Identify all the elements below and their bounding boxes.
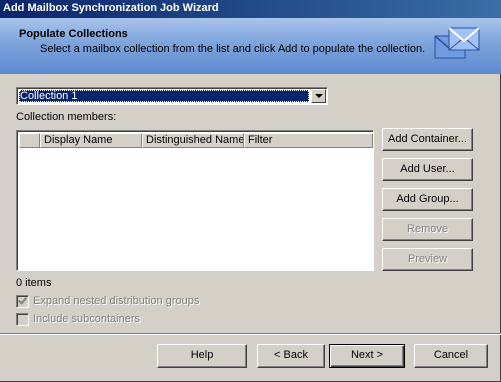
collection-members-list[interactable]: Display Name Distinguished Name Filter bbox=[16, 130, 374, 271]
column-header-display-name[interactable]: Display Name bbox=[40, 133, 142, 148]
footer-separator bbox=[0, 333, 501, 335]
item-count: 0 items bbox=[16, 277, 52, 289]
expand-nested-groups-label: Expand nested distribution groups bbox=[33, 295, 200, 307]
add-group-button-label: Add Group... bbox=[396, 193, 459, 205]
help-button-label: Help bbox=[190, 349, 214, 361]
title-bar[interactable]: Add Mailbox Synchronization Job Wizard bbox=[0, 0, 501, 18]
next-button[interactable]: Next > bbox=[329, 344, 405, 368]
preview-button[interactable]: Preview bbox=[382, 248, 473, 271]
collection-dropdown[interactable]: Collection 1 bbox=[16, 87, 328, 105]
expand-nested-groups-checkbox[interactable] bbox=[16, 295, 29, 308]
chevron-down-icon[interactable] bbox=[311, 89, 326, 103]
include-subcontainers-label: Include subcontainers bbox=[33, 313, 141, 325]
page-description: Select a mailbox collection from the lis… bbox=[40, 43, 426, 55]
column-header-icon[interactable] bbox=[19, 133, 40, 148]
list-header: Display Name Distinguished Name Filter bbox=[19, 133, 373, 149]
collection-dropdown-value: Collection 1 bbox=[19, 90, 309, 102]
next-button-label: Next > bbox=[350, 349, 384, 361]
cancel-button-label: Cancel bbox=[433, 349, 469, 361]
window-title: Add Mailbox Synchronization Job Wizard bbox=[3, 2, 219, 14]
include-subcontainers-checkbox[interactable] bbox=[16, 313, 29, 326]
envelopes-icon bbox=[434, 27, 480, 59]
remove-button-label: Remove bbox=[407, 223, 448, 235]
add-user-button-label: Add User... bbox=[400, 163, 455, 175]
page-title: Populate Collections bbox=[19, 28, 128, 40]
cancel-button[interactable]: Cancel bbox=[414, 344, 488, 368]
back-button-label: < Back bbox=[274, 349, 308, 361]
add-group-button[interactable]: Add Group... bbox=[382, 188, 473, 211]
wizard-window: Add Mailbox Synchronization Job Wizard P… bbox=[0, 0, 501, 382]
collection-members-label: Collection members: bbox=[16, 111, 117, 123]
add-container-button-label: Add Container... bbox=[388, 133, 467, 145]
wizard-header: Populate Collections Select a mailbox co… bbox=[0, 18, 501, 74]
preview-button-label: Preview bbox=[407, 253, 448, 265]
remove-button[interactable]: Remove bbox=[382, 218, 473, 241]
back-button[interactable]: < Back bbox=[257, 344, 325, 368]
help-button[interactable]: Help bbox=[157, 344, 247, 368]
column-header-filter[interactable]: Filter bbox=[244, 133, 373, 148]
add-user-button[interactable]: Add User... bbox=[382, 158, 473, 181]
add-container-button[interactable]: Add Container... bbox=[382, 128, 473, 151]
column-header-distinguished-name[interactable]: Distinguished Name bbox=[142, 133, 244, 148]
